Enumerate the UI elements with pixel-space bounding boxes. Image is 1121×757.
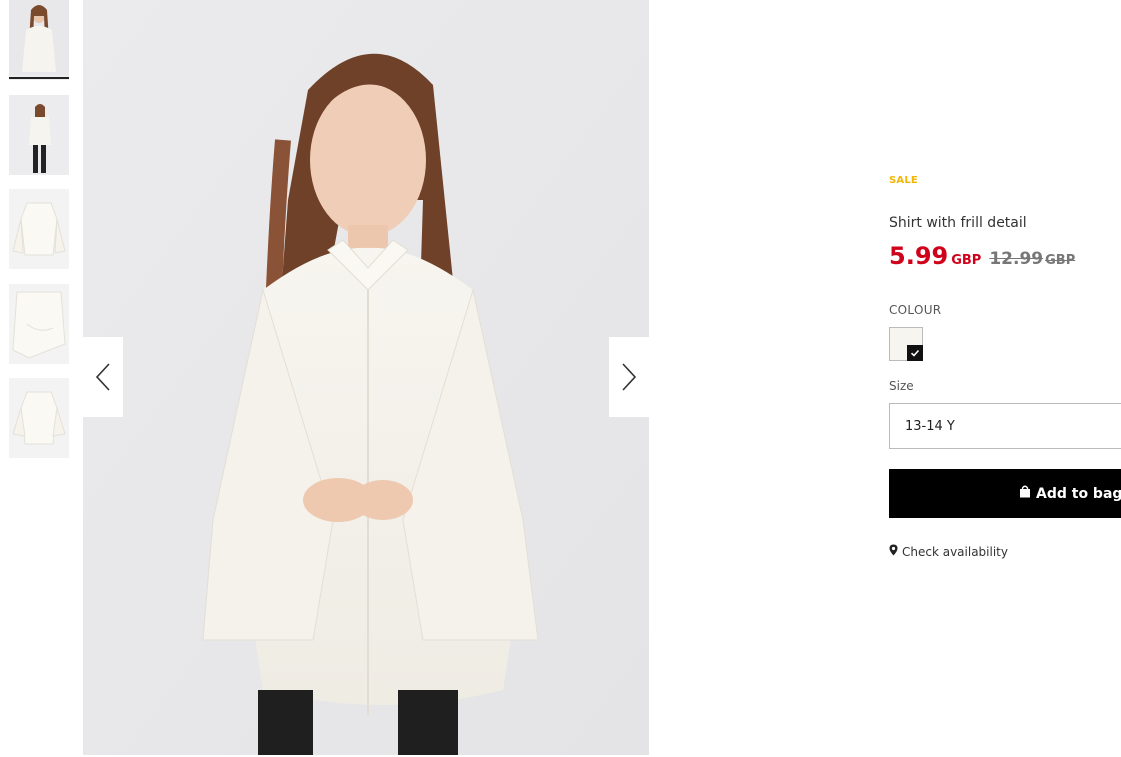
colour-label: COLOUR [889,303,942,317]
sale-badge: SALE [889,175,918,186]
colour-swatch-selected[interactable] [889,327,923,361]
location-pin-icon [889,544,898,559]
product-title: Shirt with frill detail [889,215,1027,231]
chevron-left-icon [95,363,110,391]
thumbnail-4[interactable] [9,284,69,364]
original-price: 12.99 [989,249,1044,269]
product-page: SALE Shirt with frill detail 5.99 GBP 12.9… [0,0,1121,757]
original-price-currency: GBP [1045,253,1076,268]
main-product-image[interactable] [83,0,649,755]
shopping-bag-icon [1019,485,1031,502]
size-label: Size [889,379,914,393]
add-to-bag-button[interactable]: Add to bag [889,469,1121,518]
checkmark-icon [907,345,923,361]
next-image-button[interactable] [609,337,649,417]
previous-image-button[interactable] [83,337,123,417]
add-to-bag-label: Add to bag [1036,485,1121,502]
thumbnail-5[interactable] [9,378,69,458]
thumbnail-active-indicator [9,77,69,79]
thumbnail-1[interactable] [9,0,69,80]
thumbnail-2[interactable] [9,95,69,175]
check-availability-link[interactable]: Check availability [889,544,1008,559]
current-price: 5.99 [889,242,949,270]
size-selected-value: 13-14 Y [905,418,955,434]
check-availability-label: Check availability [902,544,1008,559]
thumbnail-3[interactable] [9,189,69,269]
current-price-currency: GBP [951,253,982,268]
price-row: 5.99 GBP 12.99 GBP [889,242,1075,270]
chevron-right-icon [622,363,637,391]
size-select[interactable]: 13-14 Y [889,403,1121,449]
product-info-panel: SALE Shirt with frill detail 5.99 GBP 12.9… [889,0,1121,757]
